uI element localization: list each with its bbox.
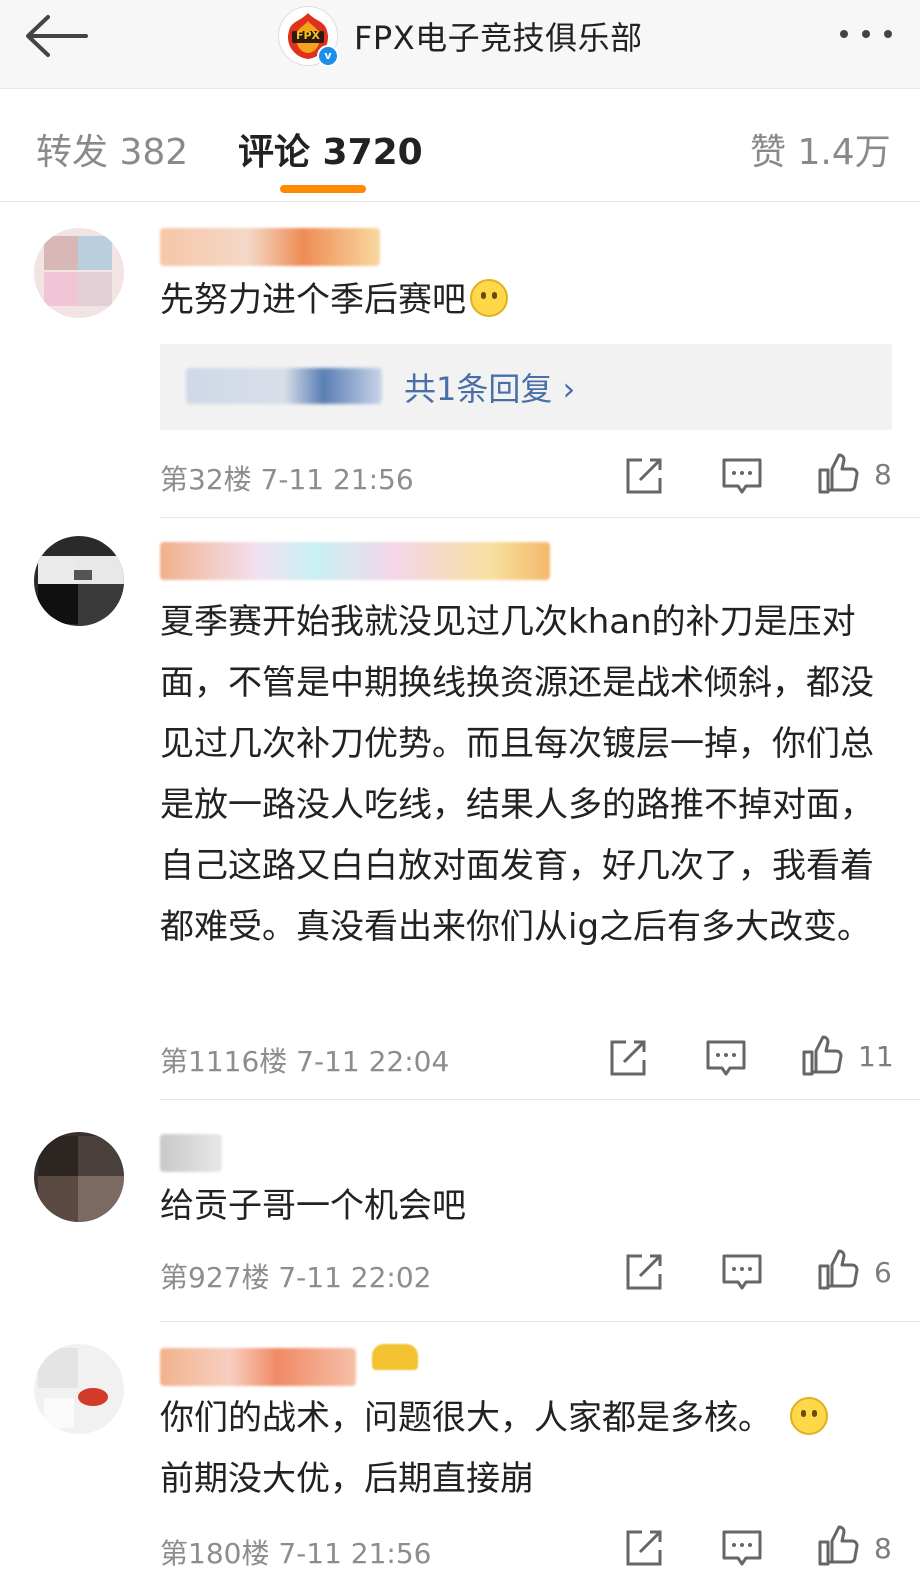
avatar[interactable] xyxy=(34,1344,124,1434)
badge-icon xyxy=(372,1344,418,1370)
fpx-logo[interactable]: FPX v xyxy=(278,6,339,67)
tab-bar: 转发 382 评论 3720 赞 1.4万 xyxy=(0,89,920,202)
like-count: 6 xyxy=(874,1256,892,1289)
repost-icon[interactable] xyxy=(606,1036,650,1080)
comment-item: 先努力进个季后赛吧 共1条回复 › 第32楼 7-11 21:56 8 xyxy=(0,202,920,518)
comment-text: 先努力进个季后赛吧 xyxy=(160,270,900,331)
shush-emoji-icon xyxy=(790,1397,828,1435)
like-icon[interactable] xyxy=(816,452,860,496)
avatar[interactable] xyxy=(34,228,124,318)
like-icon[interactable] xyxy=(816,1524,860,1568)
comment-meta: 第1116楼 7-11 22:04 xyxy=(160,1045,450,1078)
username-blurred[interactable] xyxy=(160,1348,356,1386)
back-arrow-icon[interactable] xyxy=(20,12,92,60)
comment-item: 给贡子哥一个机会吧 第927楼 7-11 22:02 6 xyxy=(0,1100,920,1322)
reply-username-blurred xyxy=(186,368,382,404)
comment-text: 你们的战术，问题很大，人家都是多核。 前期没大优，后期直接崩 xyxy=(160,1388,900,1510)
tab-comments[interactable]: 评论 3720 xyxy=(238,123,423,175)
comment-meta: 第927楼 7-11 22:02 xyxy=(160,1261,432,1294)
username-blurred[interactable] xyxy=(160,1134,222,1172)
comment-item: 夏季赛开始我就没见过几次khan的补刀是压对面，不管是中期换线换资源还是战术倾斜… xyxy=(0,518,920,1100)
comment-icon[interactable] xyxy=(704,1036,748,1080)
tab-repost[interactable]: 转发 382 xyxy=(36,123,188,175)
avatar[interactable] xyxy=(34,1132,124,1222)
comment-icon[interactable] xyxy=(720,1526,764,1570)
like-icon[interactable] xyxy=(816,1248,860,1292)
comment-meta: 第32楼 7-11 21:56 xyxy=(160,463,414,496)
like-count: 8 xyxy=(874,458,892,491)
logo-text: FPX xyxy=(295,29,321,42)
tab-likes[interactable]: 赞 1.4万 xyxy=(750,123,891,175)
repost-icon[interactable] xyxy=(622,1250,666,1294)
account-title: FPX电子竞技俱乐部 xyxy=(354,19,643,57)
top-bar: FPX v FPX电子竞技俱乐部 xyxy=(0,0,920,89)
repost-icon[interactable] xyxy=(622,454,666,498)
username-blurred[interactable] xyxy=(160,542,550,580)
like-count: 8 xyxy=(874,1532,892,1565)
account-header[interactable]: FPX v FPX电子竞技俱乐部 xyxy=(278,6,643,67)
comment-text: 夏季赛开始我就没见过几次khan的补刀是压对面，不管是中期换线换资源还是战术倾斜… xyxy=(160,602,874,947)
comment-item: 你们的战术，问题很大，人家都是多核。 前期没大优，后期直接崩 第180楼 7-11… xyxy=(0,1322,920,1570)
repost-icon[interactable] xyxy=(622,1526,666,1570)
comment-meta: 第180楼 7-11 21:56 xyxy=(160,1537,432,1570)
like-icon[interactable] xyxy=(800,1034,844,1078)
comment-text: 给贡子哥一个机会吧 xyxy=(160,1186,466,1226)
comment-icon[interactable] xyxy=(720,454,764,498)
username-blurred[interactable] xyxy=(160,228,380,266)
frown-emoji-icon xyxy=(470,279,508,317)
view-replies-link[interactable]: 共1条回复 › xyxy=(404,364,575,410)
verified-badge-icon: v xyxy=(317,45,339,67)
reply-preview[interactable]: 共1条回复 › xyxy=(160,344,892,430)
like-count: 11 xyxy=(858,1040,894,1073)
comment-icon[interactable] xyxy=(720,1250,764,1294)
active-tab-indicator xyxy=(280,185,366,193)
avatar[interactable] xyxy=(34,536,124,626)
more-icon[interactable] xyxy=(836,22,896,46)
